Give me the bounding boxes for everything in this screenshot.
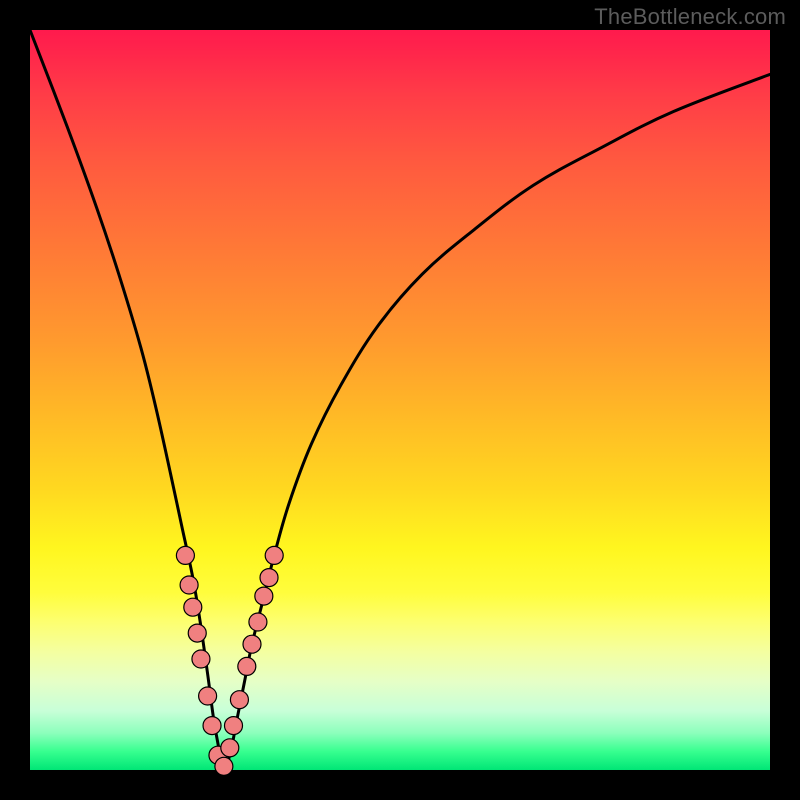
chart-frame: TheBottleneck.com <box>0 0 800 800</box>
data-marker <box>249 613 267 631</box>
data-marker <box>199 687 217 705</box>
data-marker <box>203 717 221 735</box>
data-marker <box>215 757 233 775</box>
data-marker <box>221 739 239 757</box>
data-marker <box>255 587 273 605</box>
watermark-text: TheBottleneck.com <box>594 4 786 30</box>
marker-group <box>176 546 283 775</box>
data-marker <box>260 569 278 587</box>
data-marker <box>188 624 206 642</box>
data-marker <box>180 576 198 594</box>
plot-area <box>30 30 770 770</box>
data-marker <box>243 635 261 653</box>
data-marker <box>238 657 256 675</box>
data-marker <box>225 717 243 735</box>
bottleneck-curve <box>30 30 770 770</box>
curve-svg <box>30 30 770 770</box>
data-marker <box>230 691 248 709</box>
data-marker <box>265 546 283 564</box>
data-marker <box>184 598 202 616</box>
data-marker <box>192 650 210 668</box>
data-marker <box>176 546 194 564</box>
